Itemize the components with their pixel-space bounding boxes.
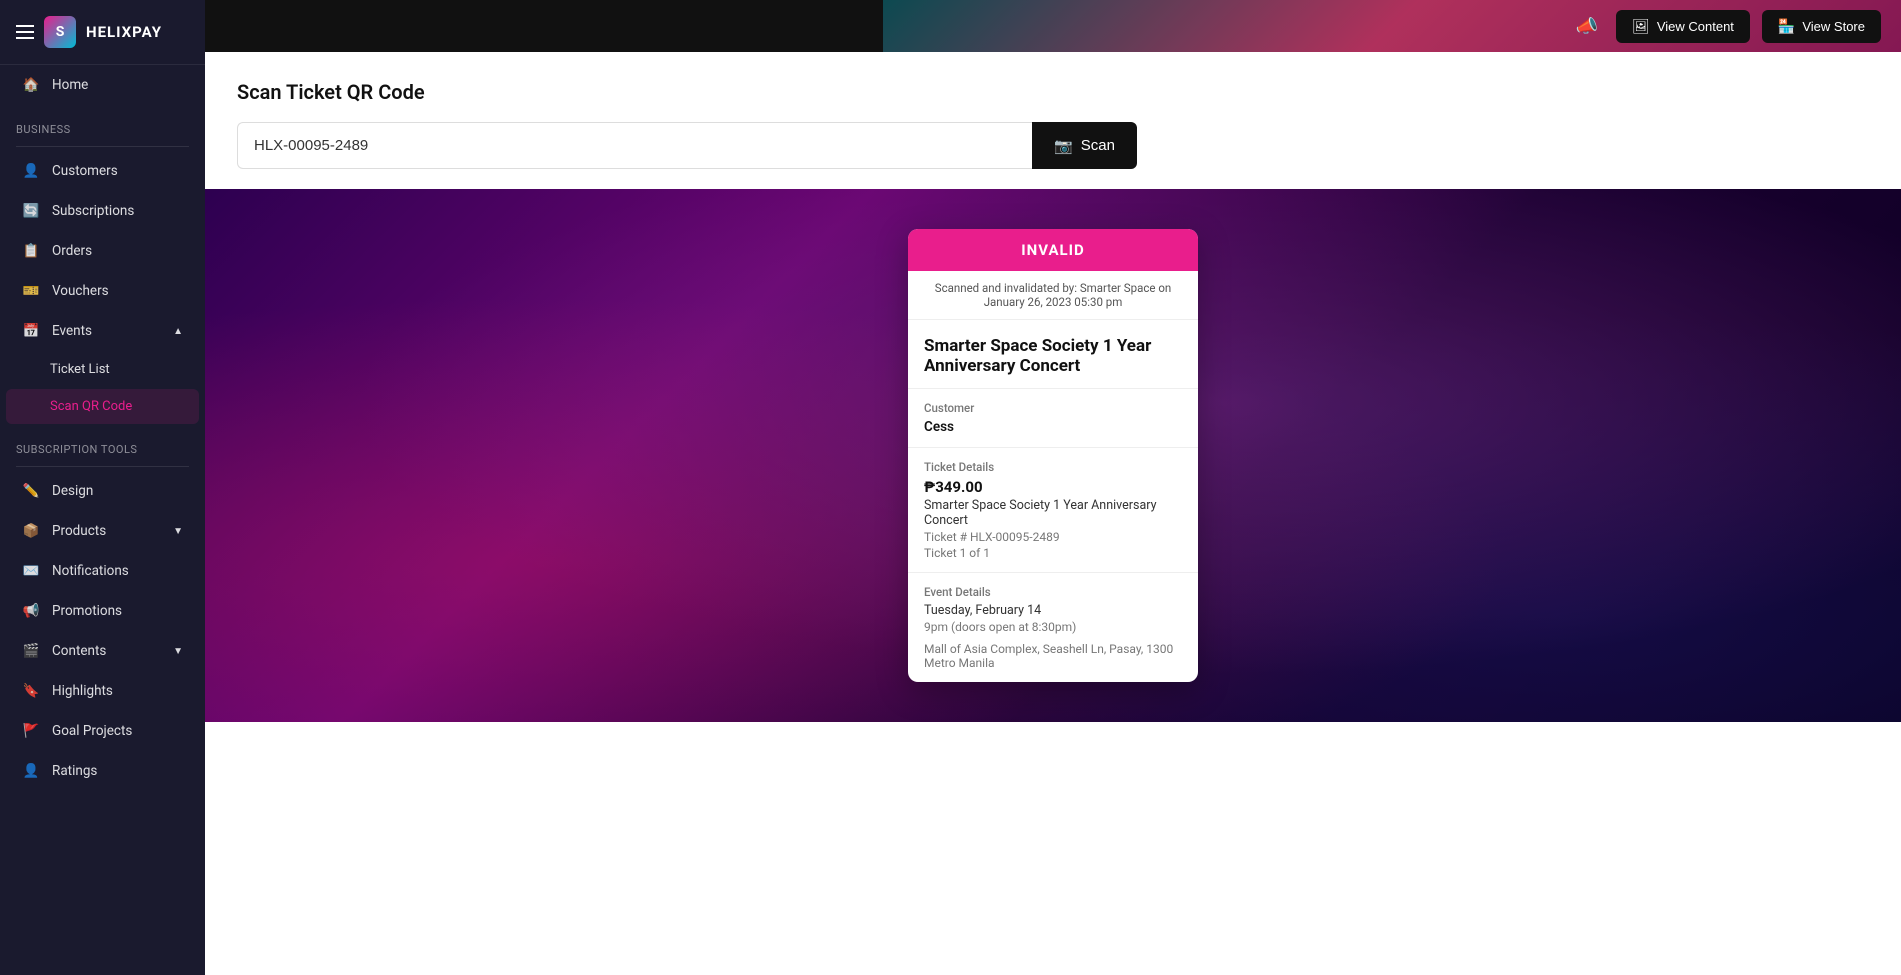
view-store-icon: 🏪 (1778, 18, 1795, 35)
orders-label: Orders (52, 243, 92, 259)
highlights-label: Highlights (52, 683, 113, 699)
result-invalidated-text: Scanned and invalidated by: Smarter Spac… (908, 271, 1198, 320)
scan-page: Scan Ticket QR Code 📷 Scan INVALID Scann… (205, 52, 1901, 975)
sidebar-item-promotions[interactable]: 📢 Promotions (6, 592, 199, 630)
design-icon: ✏️ (22, 482, 40, 500)
design-label: Design (52, 483, 93, 499)
products-label: Products (52, 523, 106, 539)
vouchers-icon: 🎫 (22, 282, 40, 300)
scan-footer (205, 722, 1901, 802)
customer-label: Customer (924, 401, 1182, 415)
subscriptions-label: Subscriptions (52, 203, 134, 219)
customers-icon: 👤 (22, 162, 40, 180)
business-section-label: Business (0, 105, 205, 142)
scan-qr-label: Scan QR Code (50, 399, 132, 414)
subscriptions-icon: 🔄 (22, 202, 40, 220)
home-icon: 🏠 (22, 76, 40, 94)
sidebar-item-scan-qr[interactable]: Scan QR Code (6, 389, 199, 424)
contents-label: Contents (52, 643, 106, 659)
sidebar-item-vouchers[interactable]: 🎫 Vouchers (6, 272, 199, 310)
customer-section: Customer Cess (908, 389, 1198, 448)
ticket-list-label: Ticket List (50, 362, 110, 377)
view-content-icon: 🖼 (1632, 18, 1650, 35)
event-location: Mall of Asia Complex, Seashell Ln, Pasay… (924, 642, 1182, 670)
customer-name: Cess (924, 419, 1182, 435)
sidebar-item-subscriptions[interactable]: 🔄 Subscriptions (6, 192, 199, 230)
ratings-icon: 👤 (22, 762, 40, 780)
contents-icon: 🎬 (22, 642, 40, 660)
topbar-content: 📣 🖼 View Content 🏪 View Store (1570, 10, 1881, 43)
home-label: Home (52, 77, 88, 93)
event-date: Tuesday, February 14 (924, 603, 1182, 618)
sidebar-item-goal-projects[interactable]: 🚩 Goal Projects (6, 712, 199, 750)
sidebar: S HELIXPAY 🏠 Home Business 👤 Customers 🔄… (0, 0, 205, 975)
goal-projects-label: Goal Projects (52, 723, 132, 739)
logo-text: HELIXPAY (86, 23, 162, 41)
products-chevron: ▼ (173, 526, 183, 537)
notifications-icon: ✉️ (22, 562, 40, 580)
highlights-icon: 🔖 (22, 682, 40, 700)
tools-section-label: Subscription Tools (0, 425, 205, 462)
vouchers-label: Vouchers (52, 283, 109, 299)
view-store-button[interactable]: 🏪 View Store (1762, 10, 1881, 43)
bell-icon[interactable]: 📣 (1570, 10, 1604, 43)
orders-icon: 📋 (22, 242, 40, 260)
scan-button-label: Scan (1081, 137, 1115, 154)
main-content: Scan Ticket QR Code 📷 Scan INVALID Scann… (205, 52, 1901, 975)
goal-projects-icon: 🚩 (22, 722, 40, 740)
events-label: Events (52, 323, 92, 339)
sidebar-header: S HELIXPAY (0, 0, 205, 65)
events-icon: 📅 (22, 322, 40, 340)
event-details-label: Event Details (924, 585, 1182, 599)
promotions-label: Promotions (52, 603, 122, 619)
sidebar-item-ratings[interactable]: 👤 Ratings (6, 752, 199, 790)
sidebar-item-design[interactable]: ✏️ Design (6, 472, 199, 510)
divider-tools (16, 466, 189, 467)
view-content-label: View Content (1657, 19, 1734, 34)
result-card: INVALID Scanned and invalidated by: Smar… (908, 229, 1198, 682)
ticket-event-name: Smarter Space Society 1 Year Anniversary… (924, 498, 1182, 528)
ticket-details-label: Ticket Details (924, 460, 1182, 474)
scan-button[interactable]: 📷 Scan (1032, 122, 1137, 169)
ratings-label: Ratings (52, 763, 97, 779)
ticket-of: Ticket 1 of 1 (924, 546, 1182, 560)
menu-toggle[interactable] (16, 25, 34, 39)
sidebar-item-home[interactable]: 🏠 Home (6, 66, 199, 104)
event-details-section: Event Details Tuesday, February 14 9pm (… (908, 573, 1198, 682)
page-title: Scan Ticket QR Code (237, 80, 1869, 104)
ticket-price: ₱349.00 (924, 478, 1182, 496)
notifications-label: Notifications (52, 563, 129, 579)
contents-chevron: ▼ (173, 646, 183, 657)
sidebar-item-contents[interactable]: 🎬 Contents ▼ (6, 632, 199, 670)
sidebar-item-orders[interactable]: 📋 Orders (6, 232, 199, 270)
view-content-button[interactable]: 🖼 View Content (1616, 10, 1750, 43)
sidebar-item-products[interactable]: 📦 Products ▼ (6, 512, 199, 550)
sidebar-item-events[interactable]: 📅 Events ▲ (6, 312, 199, 350)
event-time: 9pm (doors open at 8:30pm) (924, 620, 1182, 634)
view-store-label: View Store (1802, 19, 1865, 34)
scan-header: Scan Ticket QR Code 📷 Scan (205, 52, 1901, 189)
topbar: 📣 🖼 View Content 🏪 View Store (205, 0, 1901, 52)
scan-background: INVALID Scanned and invalidated by: Smar… (205, 189, 1901, 722)
logo-icon: S (44, 16, 76, 48)
products-icon: 📦 (22, 522, 40, 540)
customers-label: Customers (52, 163, 118, 179)
ticket-number: Ticket # HLX-00095-2489 (924, 530, 1182, 544)
sidebar-item-highlights[interactable]: 🔖 Highlights (6, 672, 199, 710)
sidebar-item-notifications[interactable]: ✉️ Notifications (6, 552, 199, 590)
result-event-title: Smarter Space Society 1 Year Anniversary… (908, 320, 1198, 389)
divider-business (16, 146, 189, 147)
result-status: INVALID (908, 229, 1198, 271)
promotions-icon: 📢 (22, 602, 40, 620)
sidebar-item-customers[interactable]: 👤 Customers (6, 152, 199, 190)
ticket-details-section: Ticket Details ₱349.00 Smarter Space Soc… (908, 448, 1198, 573)
camera-icon: 📷 (1054, 137, 1073, 155)
ticket-code-input[interactable] (237, 122, 1032, 169)
events-chevron: ▲ (173, 326, 183, 337)
scan-input-row: 📷 Scan (237, 122, 1137, 169)
sidebar-item-ticket-list[interactable]: Ticket List (6, 352, 199, 387)
